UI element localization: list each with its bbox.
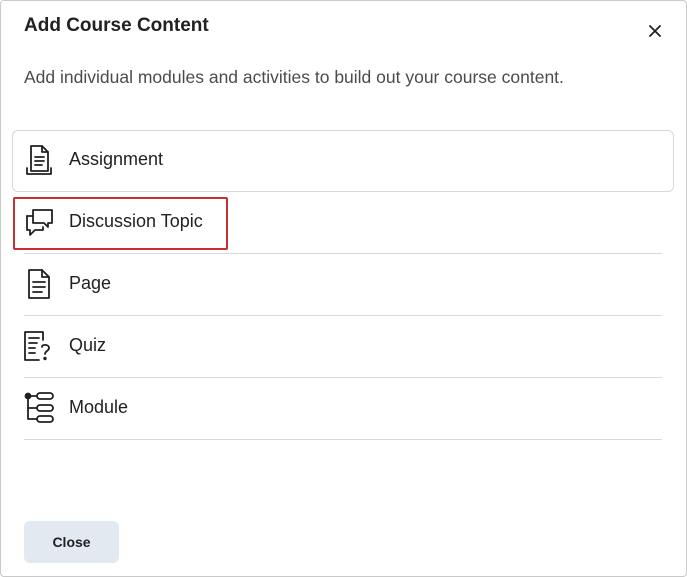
content-type-page[interactable]: Page [12, 254, 674, 316]
discussion-icon [23, 206, 55, 238]
content-type-assignment[interactable]: Assignment [12, 130, 674, 192]
dialog-title: Add Course Content [24, 15, 209, 36]
dialog-description: Add individual modules and activities to… [24, 67, 564, 87]
content-type-discussion-topic[interactable]: Discussion Topic [12, 192, 674, 254]
content-type-label: Page [69, 273, 112, 293]
content-type-label: Quiz [69, 335, 107, 355]
content-type-module[interactable]: Module [12, 378, 674, 440]
quiz-icon [23, 330, 55, 362]
close-x-icon[interactable] [643, 19, 667, 43]
content-type-label: Assignment [69, 149, 164, 169]
content-type-quiz[interactable]: Quiz [12, 316, 674, 378]
add-course-content-dialog: Add Course Content Add individual module… [0, 0, 687, 577]
content-type-label: Discussion Topic [69, 211, 203, 231]
assignment-icon [23, 144, 55, 176]
divider [24, 439, 662, 440]
close-button[interactable]: Close [24, 521, 119, 563]
module-icon [23, 392, 55, 424]
content-type-label: Module [69, 397, 129, 417]
content-type-list: Assignment Discussion Topic Page Quiz Mo… [12, 130, 674, 440]
page-icon [23, 268, 55, 300]
